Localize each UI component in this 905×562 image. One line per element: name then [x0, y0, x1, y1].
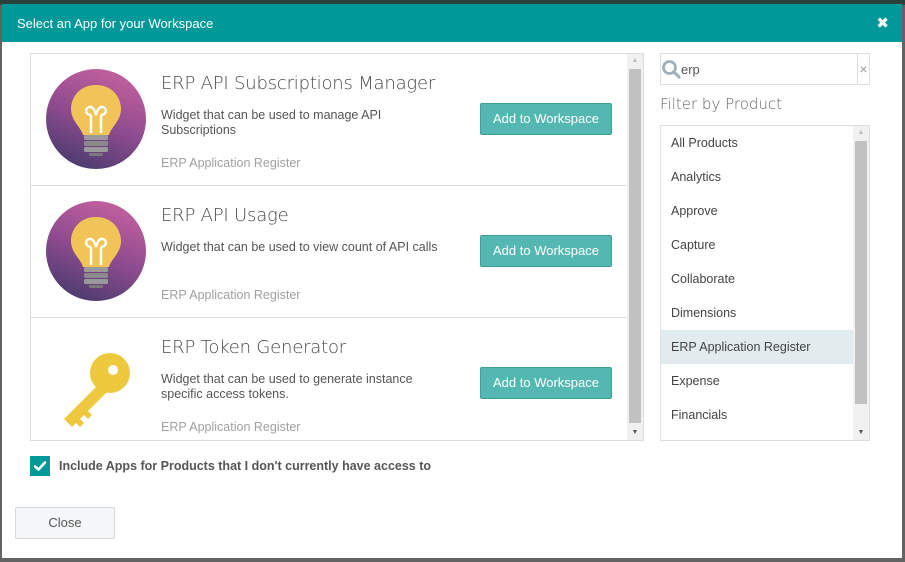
search-box: × — [660, 53, 870, 85]
add-to-workspace-button[interactable]: Add to Workspace — [480, 367, 612, 399]
product-item[interactable]: Financials — [661, 398, 853, 432]
scroll-down-arrow-icon[interactable]: ▼ — [627, 426, 643, 440]
app-product: ERP Application Register — [161, 288, 301, 302]
product-filter-list: All Products Analytics Approve Capture C… — [660, 125, 870, 441]
lightbulb-icon — [46, 201, 146, 301]
scroll-up-arrow-icon[interactable]: ▲ — [853, 126, 869, 140]
scrollbar-thumb[interactable] — [629, 69, 641, 423]
app-name: ERP API Subscriptions Manager — [161, 73, 436, 94]
close-button[interactable]: Close — [15, 507, 115, 539]
app-description: Widget that can be used to view count of… — [161, 240, 438, 254]
scroll-up-arrow-icon[interactable]: ▲ — [627, 54, 643, 68]
product-item[interactable]: All Products — [661, 126, 853, 160]
checkmark-icon — [34, 461, 46, 471]
product-item[interactable]: Analytics — [661, 160, 853, 194]
include-unowned-apps-label: Include Apps for Products that I don't c… — [59, 459, 432, 473]
dialog-header: Select an App for your Workspace ✖ — [2, 4, 902, 42]
key-icon — [64, 353, 130, 427]
app-row: ERP API Usage Widget that can be used to… — [31, 186, 628, 318]
product-item[interactable]: Expense — [661, 364, 853, 398]
product-item[interactable]: Approve — [661, 194, 853, 228]
include-unowned-apps-checkbox[interactable] — [30, 456, 50, 476]
product-item[interactable]: Collaborate — [661, 262, 853, 296]
add-to-workspace-button[interactable]: Add to Workspace — [480, 235, 612, 267]
product-item[interactable]: Capture — [661, 228, 853, 262]
search-icon — [661, 59, 681, 79]
filter-by-product-label: Filter by Product — [660, 95, 783, 113]
close-x-icon[interactable]: ✖ — [876, 16, 889, 31]
app-name: ERP Token Generator — [161, 337, 346, 358]
dialog-title: Select an App for your Workspace — [17, 15, 214, 31]
scrollbar-thumb[interactable] — [855, 141, 867, 404]
app-list-scrollbar[interactable]: ▲ ▼ — [627, 54, 643, 440]
lightbulb-icon — [46, 69, 146, 169]
product-item[interactable]: Dimensions — [661, 296, 853, 330]
app-row: ERP API Subscriptions Manager Widget tha… — [31, 54, 628, 186]
include-unowned-apps-row: Include Apps for Products that I don't c… — [30, 456, 431, 476]
app-list: ERP API Subscriptions Manager Widget tha… — [30, 53, 644, 441]
product-item-selected[interactable]: ERP Application Register — [661, 330, 853, 364]
app-product: ERP Application Register — [161, 420, 301, 434]
scroll-down-arrow-icon[interactable]: ▼ — [853, 426, 869, 440]
app-name: ERP API Usage — [161, 205, 289, 226]
app-row: ERP Token Generator Widget that can be u… — [31, 318, 628, 440]
app-description: Widget that can be used to manage API Su… — [161, 108, 382, 137]
clear-search-button[interactable]: × — [857, 54, 869, 84]
app-product: ERP Application Register — [161, 156, 301, 170]
search-input[interactable] — [681, 55, 857, 83]
add-to-workspace-button[interactable]: Add to Workspace — [480, 103, 612, 135]
app-description: Widget that can be used to generate inst… — [161, 372, 413, 401]
product-list-scrollbar[interactable]: ▲ ▼ — [853, 126, 869, 440]
